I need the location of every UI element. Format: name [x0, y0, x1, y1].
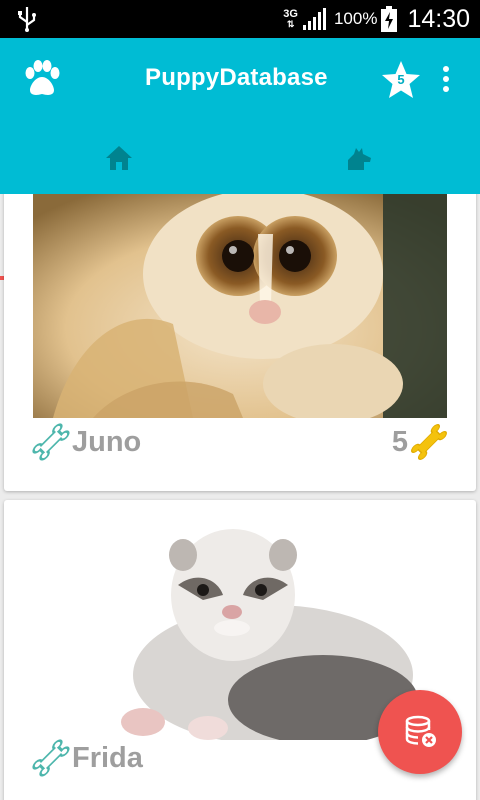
rating-count: 5: [391, 425, 408, 458]
bone-outline-icon[interactable]: [32, 739, 70, 777]
pet-name-row: Juno: [32, 420, 141, 464]
delete-database-fab[interactable]: [378, 690, 462, 774]
signal-icon: [302, 8, 326, 30]
tab-home[interactable]: [0, 124, 240, 194]
screen: 3G ⇅ 100% 14:30 PuppyDatabase 5 Juno 5 F…: [0, 0, 480, 800]
bone-outline-icon[interactable]: [32, 423, 70, 461]
database-remove-icon: [405, 715, 436, 747]
pet-name: Juno: [72, 425, 142, 458]
tab-dog[interactable]: [240, 124, 480, 194]
status-bar: 3G ⇅ 100% 14:30: [0, 0, 480, 38]
battery-percent: 100%: [333, 9, 378, 28]
pet-photo: [33, 194, 447, 418]
home-icon: [106, 146, 132, 170]
network-type: 3G ⇅: [283, 8, 298, 30]
bone-filled-icon[interactable]: [410, 423, 448, 461]
app-title: PuppyDatabase: [145, 64, 328, 91]
pet-photo: [33, 500, 447, 740]
pet-rating: 5: [392, 420, 448, 464]
pet-name-row: Frida: [32, 736, 143, 780]
clock: 14:30: [407, 4, 470, 33]
paw-icon[interactable]: [22, 60, 62, 98]
app-bar: PuppyDatabase 5: [0, 38, 480, 280]
more-vert-icon[interactable]: [436, 64, 456, 96]
pet-card[interactable]: Juno 5: [4, 194, 476, 491]
pet-name: Frida: [72, 741, 143, 774]
usb-icon: [18, 7, 36, 32]
tab-bar: [0, 124, 480, 280]
battery-charging-icon: [381, 6, 398, 32]
favorites-count: 5: [397, 72, 405, 87]
dog-icon: [348, 148, 371, 170]
favorites-button[interactable]: 5: [380, 59, 422, 101]
